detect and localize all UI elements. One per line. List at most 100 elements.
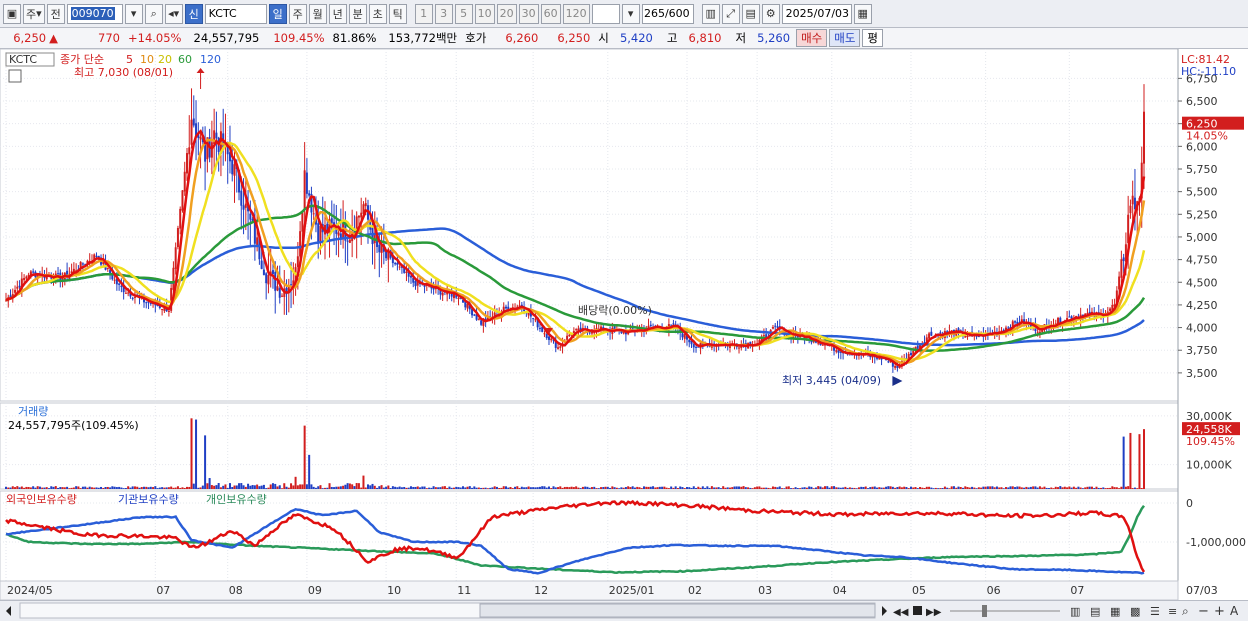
candle-body (681, 333, 684, 338)
calendar-icon[interactable]: ▦ (853, 3, 872, 24)
period-second-tab[interactable]: 초 (368, 3, 387, 24)
list-icon[interactable]: ☰ (1150, 605, 1160, 618)
interval-10-button[interactable]: 10 (474, 3, 495, 24)
volume-bar (833, 486, 836, 489)
gear-icon[interactable]: ⚙ (761, 3, 780, 24)
zoom-icon[interactable]: ⌕ (1182, 604, 1189, 618)
speaker-icon[interactable]: ◂▾ (164, 3, 183, 24)
interval-3-button[interactable]: 3 (434, 3, 453, 24)
volume-bar (792, 488, 795, 489)
prev-button[interactable]: 전 (46, 3, 65, 24)
scroll-right-icon[interactable] (882, 606, 887, 616)
window-icon[interactable]: ▣ (3, 3, 21, 24)
volume-bar (762, 487, 765, 489)
volume-bar (124, 488, 127, 489)
candle-bars-icon[interactable]: ▥ (1070, 605, 1080, 618)
period-day-tab[interactable]: 일 (268, 3, 287, 24)
volume-bar (1014, 487, 1017, 489)
stock-code-input[interactable]: 009070 (66, 3, 123, 24)
volume-bar (432, 486, 435, 489)
interval-30-button[interactable]: 30 (518, 3, 539, 24)
candle-icon[interactable]: ▥ (701, 3, 720, 24)
volume-detail: 24,557,795주(109.45%) (8, 419, 139, 432)
volume-bar (885, 486, 888, 489)
interval-60-button[interactable]: 60 (540, 3, 561, 24)
volume-bar (1036, 487, 1039, 489)
sell-button[interactable]: 매도 (829, 29, 861, 47)
period-month-tab[interactable]: 월 (308, 3, 327, 24)
candle-body (25, 276, 28, 279)
stock-chart[interactable]: 6,7506,5006,2506,0005,7505,5005,2505,000… (0, 49, 1248, 600)
volume-bar (826, 486, 829, 489)
bars-icon[interactable]: ▤ (1090, 605, 1100, 618)
volume-bar (685, 486, 688, 489)
minus-icon[interactable]: − (1198, 604, 1209, 619)
volume-bar (554, 487, 557, 489)
market-select[interactable]: 주 ▾ (23, 3, 45, 24)
volume-bar (36, 486, 39, 489)
stock-name-field[interactable]: KCTC (204, 3, 267, 24)
scroll-thumb[interactable] (479, 603, 876, 618)
period-tick-tab[interactable]: 틱 (388, 3, 407, 24)
interval-1-button[interactable]: 1 (414, 3, 433, 24)
table-icon[interactable] (8, 69, 22, 83)
eval-button[interactable]: 평 (862, 29, 883, 47)
volume-bar (991, 486, 994, 489)
interval-dropdown-icon[interactable]: ▾ (621, 3, 640, 24)
candle-body (550, 338, 553, 341)
font-size-icon[interactable]: A (1230, 604, 1239, 618)
volume-bar (812, 488, 815, 489)
forward-icon[interactable]: ▶▶ (926, 607, 942, 618)
code-dropdown-icon[interactable]: ▾ (124, 3, 143, 24)
rewind-icon[interactable]: ◀◀ (893, 607, 909, 618)
scroll-left-icon[interactable] (6, 606, 11, 616)
date-input[interactable]: 2025/07/03 (781, 3, 852, 24)
volume-bar (360, 487, 363, 489)
grid-icon[interactable]: ▩ (1130, 605, 1140, 618)
volume-bar (14, 487, 17, 489)
candle-body (835, 350, 838, 352)
plus-icon[interactable]: + (1214, 604, 1225, 619)
period-year-tab[interactable]: 년 (328, 3, 347, 24)
volume-bar (577, 487, 580, 489)
period-week-tab[interactable]: 주 (288, 3, 307, 24)
volume-bar (238, 483, 241, 489)
interval-120-button[interactable]: 120 (562, 3, 590, 24)
volume-bar (1063, 486, 1066, 489)
volume-bar (412, 486, 415, 489)
change-percent: +14.05% (128, 31, 182, 45)
candle-body (127, 292, 130, 294)
interval-custom-input[interactable] (591, 3, 620, 24)
volume-bar (568, 487, 571, 489)
volume-bar (122, 488, 125, 489)
search-icon[interactable]: ⌕ (144, 3, 163, 24)
save-icon[interactable]: ▤ (741, 3, 760, 24)
bottom-scrollbar[interactable]: ◀◀ ▶▶ ▥ ▤ ▦ ▩ ☰ ≡ ⌕ − + A (0, 600, 1248, 621)
count-input[interactable]: 265/600 (641, 3, 694, 24)
volume-bar (557, 487, 560, 489)
drawing-tool-icon[interactable]: ⤢ (721, 3, 740, 24)
candle-body (1143, 111, 1145, 164)
buy-button[interactable]: 매수 (796, 29, 828, 47)
period-minute-tab[interactable]: 분 (348, 3, 367, 24)
volume-bar (971, 486, 974, 489)
volume-bar (649, 486, 652, 489)
volume-bar (201, 485, 204, 489)
volume-bar (943, 486, 946, 489)
price-tick-label: 6,500 (1186, 95, 1218, 108)
volume-bar (471, 487, 474, 489)
volume-bar (104, 486, 107, 489)
volume-bar (934, 487, 937, 489)
interval-20-button[interactable]: 20 (496, 3, 517, 24)
candle-body (776, 326, 779, 328)
menu-icon[interactable]: ≡ (1168, 605, 1177, 618)
volume-bar (373, 485, 376, 489)
candle-body (473, 314, 476, 316)
volume-bar (1104, 488, 1107, 489)
stop-icon[interactable] (913, 606, 922, 615)
volume-bar (1124, 486, 1127, 489)
volume-bar (409, 486, 412, 489)
zoom-slider-handle[interactable] (982, 605, 987, 617)
interval-5-button[interactable]: 5 (454, 3, 473, 24)
bars-alt-icon[interactable]: ▦ (1110, 605, 1120, 618)
